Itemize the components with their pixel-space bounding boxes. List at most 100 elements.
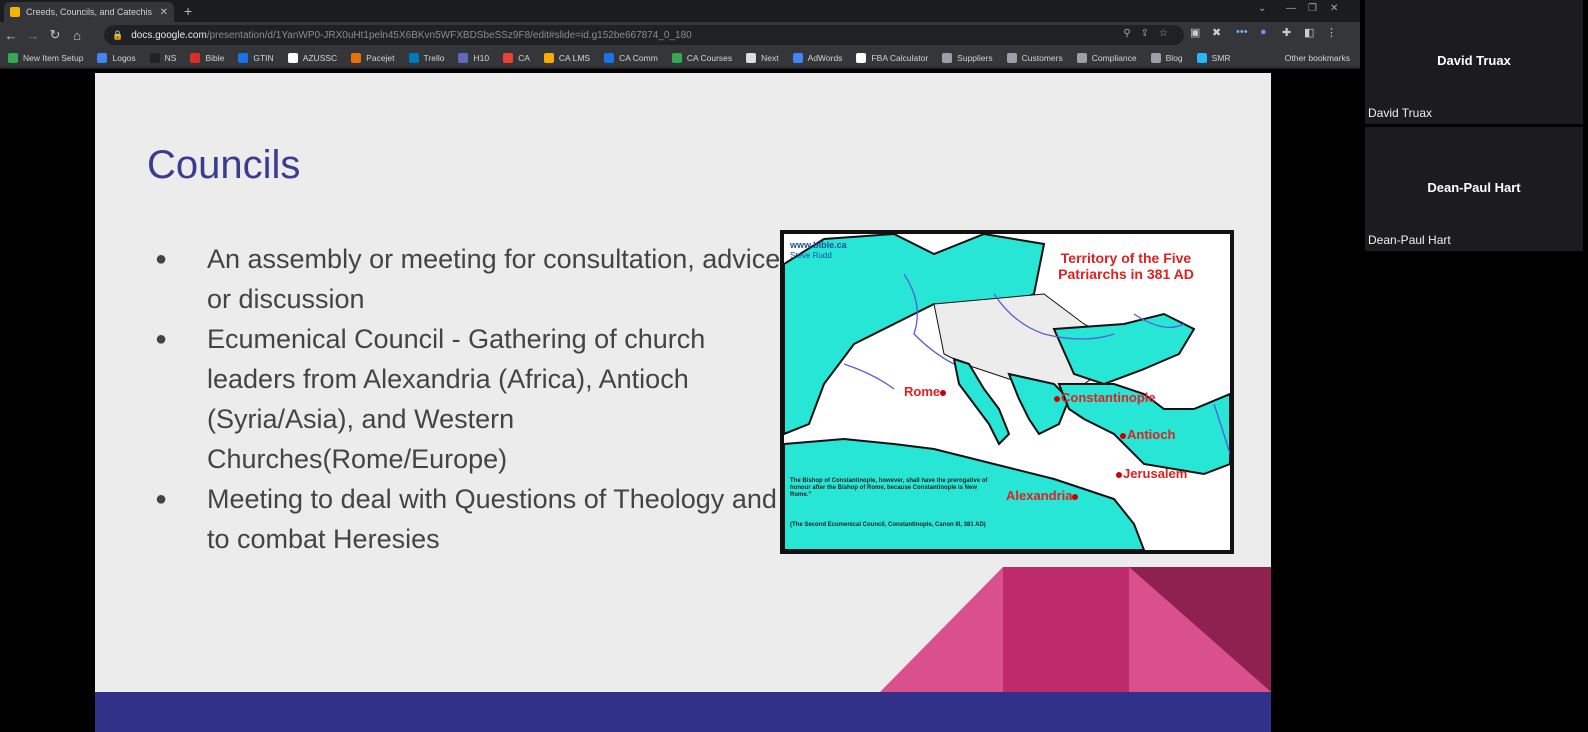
address-bar-actions[interactable]: ⚲⇪☆ bbox=[1123, 28, 1178, 39]
bookmark-label: CA Courses bbox=[686, 52, 733, 63]
bookmark-label: Bible bbox=[205, 52, 225, 63]
close-tab-icon[interactable]: ✕ bbox=[160, 7, 168, 18]
bookmark-label: Blog bbox=[1165, 52, 1183, 63]
maximize-icon[interactable]: ❐ bbox=[1308, 3, 1317, 14]
bookmark-icon bbox=[1196, 52, 1207, 63]
minimize-icon[interactable]: — bbox=[1286, 3, 1296, 14]
bookmark-icon bbox=[604, 52, 615, 63]
extension-icon[interactable]: ✖ bbox=[1212, 26, 1221, 39]
bookmark-item[interactable]: GTIN bbox=[238, 52, 274, 63]
presentation-viewport: Councils An assembly or meeting for cons… bbox=[0, 69, 1360, 732]
bookmark-icon bbox=[543, 52, 554, 63]
bookmark-item[interactable]: AdWords bbox=[792, 52, 843, 63]
close-window-icon[interactable]: ✕ bbox=[1330, 3, 1338, 14]
participant-tile[interactable]: Dean-Paul Hart Dean-Paul Hart bbox=[1365, 127, 1583, 251]
slides-icon bbox=[10, 7, 20, 17]
tab-search-icon[interactable]: ⌄ bbox=[1258, 3, 1266, 14]
bookmark-item[interactable]: CA LMS bbox=[543, 52, 591, 63]
bookmark-icon bbox=[792, 52, 803, 63]
bookmark-label: NS bbox=[164, 52, 177, 63]
participant-name: Dean-Paul Hart bbox=[1427, 180, 1521, 195]
browser-tab[interactable]: Creeds, Councils, and Catechis ✕ bbox=[4, 2, 174, 22]
bookmark-label: CA Comm bbox=[619, 52, 658, 63]
bookmark-label: H10 bbox=[473, 52, 490, 63]
extension-icon[interactable]: ▣ bbox=[1190, 26, 1200, 39]
bookmark-item[interactable]: Bible bbox=[190, 52, 225, 63]
bookmark-icon bbox=[351, 52, 362, 63]
bookmark-item[interactable]: NS bbox=[149, 52, 177, 63]
new-tab-icon[interactable]: + bbox=[184, 3, 192, 19]
browser-window: Creeds, Councils, and Catechis ✕ + ⌄ — ❐… bbox=[0, 0, 1360, 732]
bookmark-label: SMR bbox=[1211, 52, 1231, 63]
bookmark-icon bbox=[458, 52, 469, 63]
bookmark-icon bbox=[942, 52, 953, 63]
bookmark-icon bbox=[190, 52, 201, 63]
slide-decoration bbox=[880, 567, 1271, 692]
bookmark-label: AdWords bbox=[807, 52, 843, 63]
bookmark-item[interactable]: Suppliers bbox=[942, 52, 993, 63]
participants-panel: David Truax David Truax Dean-Paul Hart D… bbox=[1360, 0, 1588, 732]
bookmark-item[interactable]: Compliance bbox=[1076, 52, 1137, 63]
tab-title: Creeds, Councils, and Catechis bbox=[26, 7, 153, 17]
bookmark-item[interactable]: Trello bbox=[408, 52, 445, 63]
bookmark-item[interactable]: SMR bbox=[1196, 52, 1231, 63]
extension-icon[interactable]: ● bbox=[1260, 26, 1267, 38]
extension-icon[interactable]: ••• bbox=[1236, 26, 1248, 38]
bookmark-item[interactable]: H10 bbox=[458, 52, 490, 63]
menu-icon[interactable]: ⋮ bbox=[1326, 26, 1337, 39]
bookmark-item[interactable]: Logos bbox=[97, 52, 136, 63]
bookmark-item[interactable]: CA Comm bbox=[604, 52, 658, 63]
back-icon[interactable]: ← bbox=[0, 28, 22, 43]
home-icon[interactable]: ⌂ bbox=[66, 28, 88, 43]
side-panel-icon[interactable]: ◧ bbox=[1304, 26, 1314, 39]
screen: Creeds, Councils, and Catechis ✕ + ⌄ — ❐… bbox=[0, 0, 1588, 732]
bookmark-label: New Item Setup bbox=[23, 52, 84, 63]
url-host: docs.google.com bbox=[131, 29, 207, 41]
bookmark-item[interactable]: Blog bbox=[1150, 52, 1183, 63]
puzzle-icon[interactable]: ✚ bbox=[1282, 26, 1291, 39]
bookmark-label: Trello bbox=[423, 52, 445, 63]
bookmark-icon bbox=[856, 52, 867, 63]
bookmark-item[interactable]: Next bbox=[746, 52, 779, 63]
bookmark-label: Pacejet bbox=[366, 52, 395, 63]
bookmark-label: Suppliers bbox=[957, 52, 993, 63]
bookmark-icon bbox=[238, 52, 249, 63]
bookmark-item[interactable]: FBA Calculator bbox=[856, 52, 929, 63]
bookmark-label: FBA Calculator bbox=[871, 52, 929, 63]
slide-footer-bar bbox=[95, 692, 1271, 732]
bookmarks-bar: New Item Setup Logos NS Bible GTIN AZUSSC Pace… bbox=[0, 48, 1360, 68]
tab-bar: Creeds, Councils, and Catechis ✕ + ⌄ — ❐… bbox=[0, 0, 1360, 22]
bookmark-item[interactable]: CA Courses bbox=[671, 52, 733, 63]
bookmark-item[interactable]: CA bbox=[503, 52, 530, 63]
bookmark-icon bbox=[746, 52, 757, 63]
address-bar[interactable]: 🔒 docs.google.com /presentation/d/1YanWP… bbox=[104, 25, 1184, 45]
bookmark-icon bbox=[287, 52, 298, 63]
bookmark-icon bbox=[1150, 52, 1161, 63]
reload-icon[interactable]: ↻ bbox=[44, 27, 66, 43]
participant-tile[interactable]: David Truax David Truax bbox=[1365, 0, 1583, 124]
other-bookmarks[interactable]: Other bookmarks bbox=[1285, 53, 1350, 63]
bookmark-item[interactable]: Pacejet bbox=[351, 52, 395, 63]
bookmark-label: GTIN bbox=[253, 52, 274, 63]
bookmark-label: Compliance bbox=[1091, 52, 1137, 63]
bookmark-icon bbox=[8, 52, 18, 63]
bookmark-label: Customers bbox=[1021, 52, 1063, 63]
bookmark-icon bbox=[408, 52, 419, 63]
bookmark-icon bbox=[149, 52, 160, 63]
browser-toolbar: ← → ↻ ⌂ 🔒 docs.google.com /presentation/… bbox=[0, 22, 1360, 48]
lock-icon[interactable]: 🔒 bbox=[112, 30, 123, 41]
participant-label: Dean-Paul Hart bbox=[1368, 233, 1451, 247]
bookmark-item[interactable]: Customers bbox=[1006, 52, 1063, 63]
bookmark-icon bbox=[1006, 52, 1017, 63]
forward-icon[interactable]: → bbox=[22, 28, 44, 43]
participant-label: David Truax bbox=[1368, 106, 1433, 120]
bookmark-icon bbox=[671, 52, 682, 63]
bookmark-label: Logos bbox=[112, 52, 136, 63]
bookmark-item[interactable]: AZUSSC bbox=[287, 52, 338, 63]
slide: Councils An assembly or meeting for cons… bbox=[95, 73, 1271, 732]
url-path: /presentation/d/1YanWP0-JRX0uHt1peln45X6… bbox=[206, 29, 692, 41]
bookmark-label: AZUSSC bbox=[302, 52, 338, 63]
bookmark-item[interactable]: New Item Setup bbox=[8, 52, 84, 63]
bookmark-icon bbox=[503, 52, 514, 63]
bookmark-label: CA LMS bbox=[558, 52, 591, 63]
